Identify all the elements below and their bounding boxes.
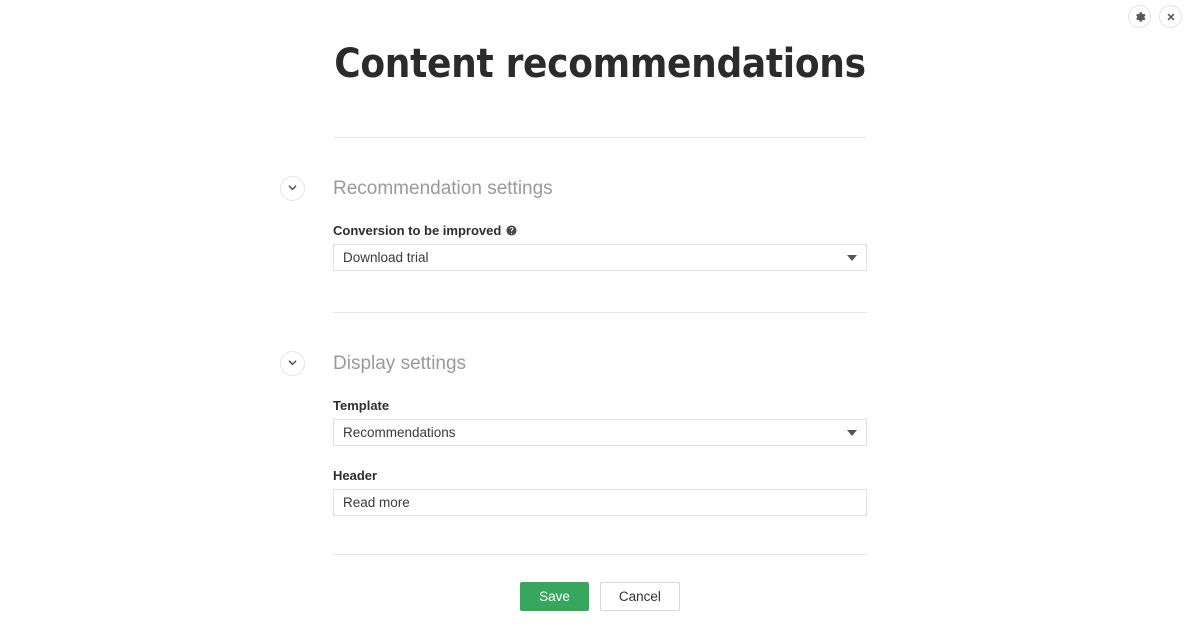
chevron-down-icon bbox=[287, 356, 298, 371]
chevron-down-icon bbox=[287, 181, 298, 196]
field-template: Template Recommendations bbox=[333, 399, 867, 446]
conversion-select[interactable]: Download trial bbox=[333, 244, 867, 271]
form-actions: Save Cancel bbox=[333, 582, 867, 611]
divider-top bbox=[333, 137, 867, 138]
close-icon bbox=[1165, 11, 1177, 23]
window-controls bbox=[1128, 5, 1182, 28]
field-label-row: Header bbox=[333, 469, 867, 482]
field-label: Conversion to be improved bbox=[333, 223, 502, 238]
section-header: Recommendation settings bbox=[280, 175, 867, 201]
settings-form: Recommendation settings Conversion to be… bbox=[280, 137, 867, 611]
header-input[interactable]: Read more bbox=[333, 489, 867, 516]
header-input-value: Read more bbox=[343, 494, 410, 510]
field-label-row: Template bbox=[333, 399, 867, 412]
template-select-value: Recommendations bbox=[343, 424, 456, 440]
collapse-toggle-recommendation-settings[interactable] bbox=[280, 175, 305, 201]
section-header: Display settings bbox=[280, 350, 867, 376]
divider-middle bbox=[333, 312, 867, 313]
field-conversion-to-be-improved: Conversion to be improved Download trial bbox=[333, 224, 867, 271]
divider-bottom bbox=[333, 554, 867, 555]
gear-icon bbox=[1134, 11, 1146, 23]
field-label-row: Conversion to be improved bbox=[333, 224, 867, 237]
field-label: Template bbox=[333, 398, 390, 413]
section-recommendation-settings: Recommendation settings Conversion to be… bbox=[280, 175, 867, 271]
field-header: Header Read more bbox=[333, 469, 867, 516]
page-title: Content recommendations bbox=[334, 41, 866, 87]
template-select[interactable]: Recommendations bbox=[333, 419, 867, 446]
caret-down-icon bbox=[847, 429, 857, 436]
caret-down-icon bbox=[847, 254, 857, 261]
section-display-settings: Display settings Template Recommendation… bbox=[280, 350, 867, 516]
section-title: Display settings bbox=[333, 352, 467, 374]
conversion-select-value: Download trial bbox=[343, 249, 429, 265]
field-label: Header bbox=[333, 468, 378, 483]
close-button[interactable] bbox=[1159, 5, 1182, 28]
page-container: Content recommendations Recommendation s… bbox=[0, 0, 1200, 611]
save-button[interactable]: Save bbox=[520, 582, 589, 611]
collapse-toggle-display-settings[interactable] bbox=[280, 350, 305, 376]
settings-button[interactable] bbox=[1128, 5, 1151, 28]
cancel-button[interactable]: Cancel bbox=[599, 582, 680, 611]
help-icon[interactable] bbox=[506, 225, 517, 236]
section-title: Recommendation settings bbox=[333, 177, 553, 199]
